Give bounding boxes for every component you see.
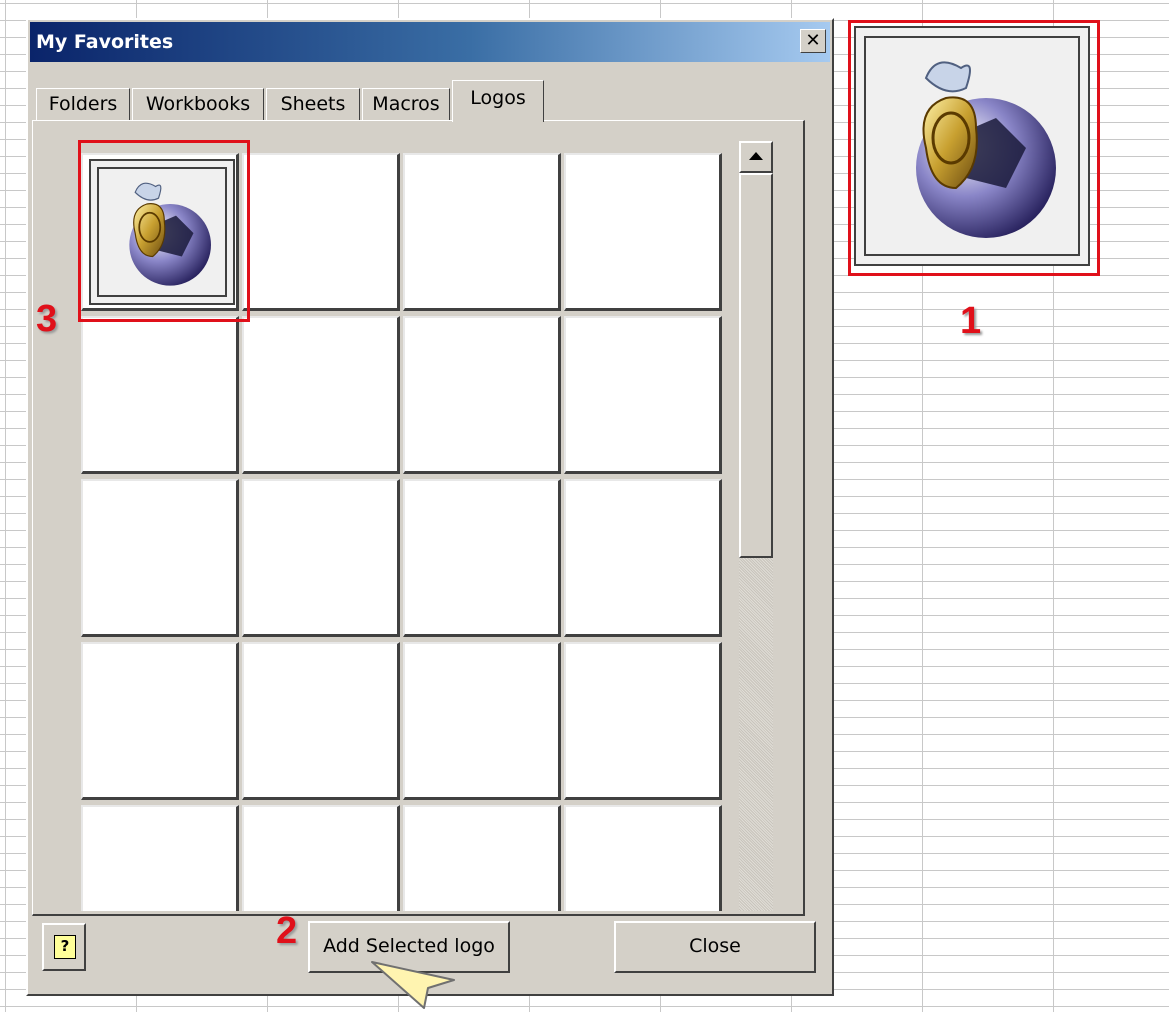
scroll-up-button[interactable]	[739, 141, 773, 173]
scrollbar-thumb[interactable]	[739, 173, 773, 558]
logo-cell[interactable]	[81, 642, 239, 800]
mouse-cursor-icon	[371, 961, 455, 1009]
logo-cell[interactable]	[81, 316, 239, 474]
logo-cell[interactable]	[564, 316, 722, 474]
close-button[interactable]: Close	[614, 921, 816, 973]
logo-cell[interactable]	[564, 642, 722, 800]
title-bar[interactable]: My Favorites ✕	[30, 22, 830, 62]
logo-cell[interactable]	[403, 805, 561, 911]
help-button[interactable]: ?	[42, 923, 86, 971]
annotation-box-3	[78, 140, 250, 322]
tab-workbooks[interactable]: Workbooks	[132, 88, 264, 120]
vertical-scrollbar[interactable]	[739, 141, 773, 911]
annotation-number-3: 3	[36, 298, 58, 340]
help-icon: ?	[54, 935, 76, 959]
logo-cell[interactable]	[403, 153, 561, 311]
tab-sheets[interactable]: Sheets	[266, 88, 360, 120]
tab-macros[interactable]: Macros	[362, 88, 450, 120]
logo-cell[interactable]	[403, 479, 561, 637]
logo-cell[interactable]	[242, 642, 400, 800]
logo-cell[interactable]	[81, 479, 239, 637]
annotation-number-1: 1	[960, 300, 982, 342]
logo-cell[interactable]	[242, 316, 400, 474]
logo-cell[interactable]	[242, 153, 400, 311]
tab-folders[interactable]: Folders	[36, 88, 130, 120]
logo-cell[interactable]	[403, 316, 561, 474]
logo-cell[interactable]	[81, 805, 239, 911]
annotation-box-1	[848, 20, 1100, 276]
logo-cell[interactable]	[403, 642, 561, 800]
logo-cell[interactable]	[564, 153, 722, 311]
logo-cell[interactable]	[564, 805, 722, 911]
tab-logos[interactable]: Logos	[452, 80, 544, 122]
logo-cell[interactable]	[564, 479, 722, 637]
arrow-up-icon	[749, 152, 763, 160]
dialog-title: My Favorites	[36, 31, 174, 53]
close-icon[interactable]: ✕	[800, 29, 826, 53]
logo-cell[interactable]	[242, 479, 400, 637]
logo-cell[interactable]	[242, 805, 400, 911]
annotation-number-2: 2	[276, 910, 298, 952]
